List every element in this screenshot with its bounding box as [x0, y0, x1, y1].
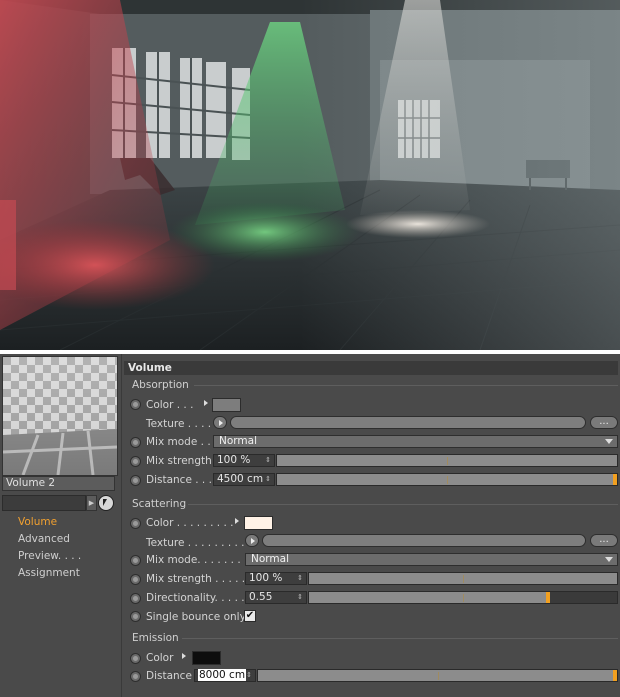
scattering-mix-mode-value: Normal: [251, 553, 289, 565]
chevron-down-icon: [605, 439, 613, 444]
absorption-color-expand-icon[interactable]: [204, 400, 208, 406]
absorption-color-swatch[interactable]: [212, 398, 241, 412]
spinner-arrows-icon[interactable]: ⇕: [297, 573, 303, 584]
absorption-mix-strength-label: Mix strength: [146, 455, 212, 467]
emission-distance-slider[interactable]: [257, 669, 618, 682]
scattering-mix-mode-keyframe-icon[interactable]: [130, 555, 141, 566]
scattering-mix-mode-dropdown[interactable]: Normal: [245, 553, 618, 566]
scattering-directionality-label: Directionality. . . . .: [146, 592, 245, 604]
absorption-distance-input[interactable]: 4500 cm ⇕: [213, 473, 275, 486]
emission-color-swatch[interactable]: [192, 651, 221, 665]
absorption-distance-label: Distance . . . .: [146, 474, 219, 486]
slider-fill: [309, 592, 546, 603]
emission-section-label: Emission: [132, 632, 179, 644]
material-search-input[interactable]: [2, 495, 86, 511]
slider-handle[interactable]: [613, 670, 617, 681]
absorption-mix-mode-label: Mix mode . . .: [146, 436, 218, 448]
panel-title: Volume: [124, 361, 618, 375]
spinner-arrows-icon[interactable]: ⇕: [297, 592, 303, 603]
absorption-mix-strength-keyframe-icon[interactable]: [130, 456, 141, 467]
absorption-texture-browse-button[interactable]: ...: [590, 416, 618, 429]
spinner-arrows-icon[interactable]: ⇕: [246, 670, 252, 681]
emission-distance-label: Distance: [146, 670, 192, 682]
material-preview-thumbnail[interactable]: [2, 356, 118, 476]
scattering-directionality-keyframe-icon[interactable]: [130, 593, 141, 604]
spinner-arrows-icon[interactable]: ⇕: [265, 474, 271, 485]
scattering-color-swatch[interactable]: [244, 516, 273, 530]
absorption-color-label: Color . . .: [146, 399, 194, 411]
checker-preview-graphic: [3, 357, 117, 475]
scattering-mix-mode-label: Mix mode. . . . . . . .: [146, 554, 248, 566]
slider-fill: [277, 474, 613, 485]
scattering-texture-label: Texture . . . . . . . . . .: [146, 537, 252, 549]
slider-tick: [447, 457, 448, 465]
emission-distance-input[interactable]: 8000 cm ⇕: [194, 669, 256, 682]
scattering-mix-strength-input[interactable]: 100 % ⇕: [245, 572, 307, 585]
absorption-texture-field[interactable]: [230, 416, 586, 429]
slider-tick: [463, 594, 464, 602]
scattering-section-label: Scattering: [132, 498, 187, 510]
scattering-texture-menu-button[interactable]: [245, 534, 259, 547]
slider-tick: [463, 575, 464, 583]
scattering-mix-strength-slider[interactable]: [308, 572, 618, 585]
absorption-distance-slider[interactable]: [276, 473, 618, 486]
pick-cursor-icon[interactable]: [98, 495, 114, 511]
nav-item-preview[interactable]: Preview. . . .: [18, 550, 81, 562]
slider-tick: [447, 476, 448, 484]
scattering-directionality-value: 0.55: [249, 591, 273, 603]
emission-color-keyframe-icon[interactable]: [130, 653, 141, 664]
material-name-field[interactable]: Volume 2: [2, 476, 115, 491]
scattering-texture-browse-button[interactable]: ...: [590, 534, 618, 547]
absorption-mix-strength-slider[interactable]: [276, 454, 618, 467]
nav-item-assignment[interactable]: Assignment: [18, 567, 80, 579]
scattering-mix-strength-value: 100 %: [249, 572, 283, 584]
material-editor: Volume 2 ▶ Volume Advanced Preview. . . …: [0, 354, 620, 697]
volume-settings-panel: Volume Absorption Color . . . Texture . …: [122, 354, 620, 697]
emission-color-expand-icon[interactable]: [182, 653, 186, 659]
absorption-distance-keyframe-icon[interactable]: [130, 475, 141, 486]
absorption-section-label: Absorption: [132, 379, 189, 391]
scattering-directionality-input[interactable]: 0.55 ⇕: [245, 591, 307, 604]
single-bounce-label: Single bounce only: [146, 611, 246, 623]
emission-distance-keyframe-icon[interactable]: [130, 671, 141, 682]
absorption-mix-mode-value: Normal: [219, 435, 257, 447]
emission-color-label: Color: [146, 652, 174, 664]
scattering-color-keyframe-icon[interactable]: [130, 518, 141, 529]
absorption-texture-label: Texture . . . . .: [146, 418, 218, 430]
nav-item-advanced[interactable]: Advanced: [18, 533, 70, 545]
slider-tick: [437, 672, 439, 680]
absorption-mix-strength-value: 100 %: [217, 454, 251, 466]
absorption-mix-mode-keyframe-icon[interactable]: [130, 437, 141, 448]
material-sidebar: Volume 2 ▶ Volume Advanced Preview. . . …: [0, 354, 122, 697]
slider-handle[interactable]: [546, 592, 550, 603]
spinner-arrows-icon[interactable]: ⇕: [265, 455, 271, 466]
render-preview-image: [0, 0, 620, 350]
slider-fill: [258, 670, 613, 681]
absorption-mix-mode-dropdown[interactable]: Normal: [213, 435, 618, 448]
single-bounce-checkbox[interactable]: ✔: [244, 610, 256, 622]
section-divider: [194, 385, 618, 386]
absorption-color-keyframe-icon[interactable]: [130, 399, 141, 410]
single-bounce-keyframe-icon[interactable]: [130, 611, 141, 622]
absorption-distance-value: 4500 cm: [217, 473, 264, 485]
scattering-color-label: Color . . . . . . . . .: [146, 517, 234, 529]
absorption-mix-strength-input[interactable]: 100 % ⇕: [213, 454, 275, 467]
material-menu-arrow-icon[interactable]: ▶: [86, 495, 97, 511]
scattering-color-expand-icon[interactable]: [235, 518, 239, 524]
scattering-mix-strength-keyframe-icon[interactable]: [130, 574, 141, 585]
section-divider: [182, 638, 618, 639]
chevron-down-icon: [605, 557, 613, 562]
nav-item-volume[interactable]: Volume: [18, 516, 57, 528]
emission-distance-value[interactable]: 8000 cm: [198, 669, 247, 681]
scattering-directionality-slider[interactable]: [308, 591, 618, 604]
rendered-room-scene: [0, 0, 620, 350]
absorption-texture-menu-button[interactable]: [213, 416, 227, 429]
scattering-mix-strength-label: Mix strength . . . . .: [146, 573, 246, 585]
slider-handle[interactable]: [613, 474, 617, 485]
section-divider: [188, 504, 618, 505]
scattering-texture-field[interactable]: [262, 534, 586, 547]
